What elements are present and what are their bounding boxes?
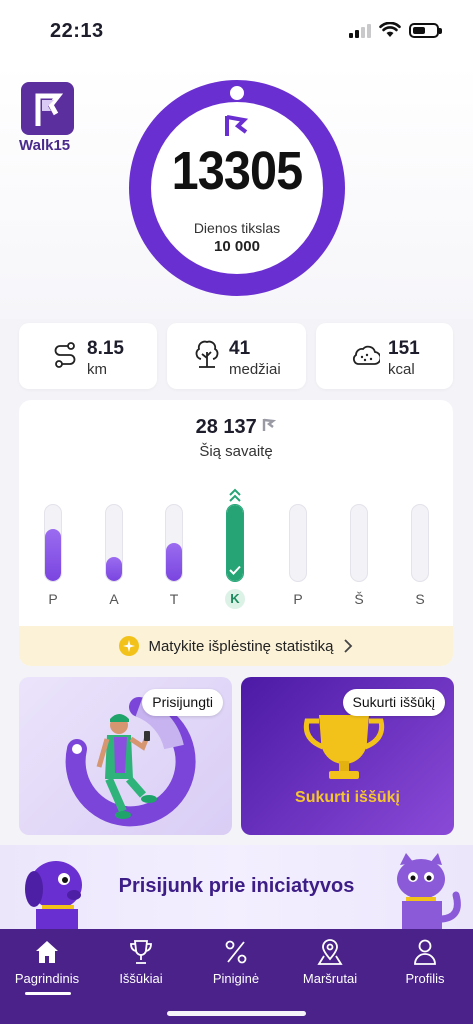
day-label: A (109, 591, 119, 607)
nav-item-profile[interactable]: Profilis (378, 937, 472, 997)
chevron-right-icon (343, 639, 352, 653)
week-total-value: 28 137 (195, 416, 257, 438)
day-label: T (169, 591, 179, 607)
trees-value: 41 (229, 338, 251, 359)
day-bar-fill (106, 557, 122, 581)
day-bar-2[interactable] (165, 504, 183, 582)
create-challenge-card[interactable]: Sukurti iššūkį Sukurti iššūkį (241, 677, 454, 835)
active-tab-indicator (25, 992, 71, 995)
signal-icon (349, 22, 371, 38)
trees-unit: medžiai (229, 361, 281, 378)
weekly-steps-card[interactable]: 28 137 Šią savaitę P A T K P Š S Matykite išpl… (19, 400, 453, 666)
nav-item-challenges[interactable]: Iššūkiai (94, 937, 188, 997)
cat-mascot-icon (397, 853, 461, 929)
day-label: K (225, 589, 245, 609)
walk15-flag-icon (35, 93, 63, 126)
create-challenge-chip[interactable]: Sukurti iššūkį (342, 689, 445, 716)
week-total: 28 137 (19, 416, 453, 439)
goal-value: 10 000 (214, 238, 260, 255)
distance-card[interactable]: 8.15 km (19, 323, 157, 389)
day-label: P (48, 591, 58, 607)
walk15-logo[interactable] (21, 82, 74, 135)
day-bar-1[interactable] (105, 504, 123, 582)
user-icon (414, 939, 436, 965)
home-indicator (167, 1011, 306, 1016)
day-label: P (293, 591, 303, 607)
status-time: 22:13 (50, 20, 104, 42)
check-icon (229, 565, 241, 575)
nav-label-routes: Maršrutai (302, 971, 358, 986)
wifi-icon (379, 22, 401, 37)
week-label: Šią savaitę (199, 443, 273, 460)
tree-icon (195, 340, 219, 368)
initiative-banner[interactable]: Prisijunk prie iniciatyvos (0, 845, 473, 929)
cloud-icon (353, 345, 380, 365)
nav-label-home: Pagrindinis (14, 971, 80, 986)
join-chip[interactable]: Prisijungti (142, 689, 223, 716)
step-count: 13305 (171, 141, 304, 201)
battery-icon (409, 22, 442, 38)
trees-card[interactable]: 41 medžiai (167, 323, 306, 389)
calories-card[interactable]: 151 kcal (316, 323, 453, 389)
home-icon (36, 941, 58, 963)
extended-stats-label: Matykite išplėstinę statistiką (148, 637, 334, 655)
map-pin-icon (317, 939, 343, 965)
day-bar-fill (45, 529, 61, 581)
day-label: S (415, 591, 425, 607)
distance-unit: km (87, 361, 107, 378)
bottom-navigation: Pagrindinis Iššūkiai Piniginė Maršrutai (0, 929, 473, 1024)
goal-label: Dienos tikslas (193, 220, 281, 236)
daily-progress-section: Walk15 13305 Dienos tikslas 10 000 (0, 64, 473, 319)
nav-label-wallet: Piniginė (212, 971, 260, 986)
nav-item-wallet[interactable]: Piniginė (189, 937, 283, 997)
day-bar-0[interactable] (44, 504, 62, 582)
percent-icon (225, 940, 247, 964)
calories-value: 151 (388, 338, 420, 359)
calories-unit: kcal (388, 361, 415, 378)
extended-stats-banner[interactable]: Matykite išplėstinę statistiką (19, 626, 453, 666)
nav-item-routes[interactable]: Maršrutai (283, 937, 377, 997)
ring-progress-knob (227, 83, 247, 103)
sparkle-icon (119, 636, 140, 656)
steps-progress-ring[interactable]: 13305 Dienos tikslas 10 000 (129, 80, 345, 296)
nav-item-home[interactable]: Pagrindinis (0, 937, 94, 997)
day-bar-fill (166, 543, 182, 581)
nav-label-profile: Profilis (405, 971, 445, 986)
double-chevron-up-icon (229, 488, 241, 502)
day-bar-5[interactable] (350, 504, 368, 582)
create-challenge-cta[interactable]: Sukurti iššūkį (241, 789, 454, 807)
join-promo-card[interactable]: Prisijungti (19, 677, 232, 835)
trophy-icon (130, 940, 152, 964)
status-icons (349, 22, 442, 38)
status-bar: 22:13 (0, 0, 473, 64)
nav-label-challenges: Iššūkiai (119, 971, 163, 986)
route-icon (54, 342, 76, 368)
flag-icon (263, 418, 277, 431)
flag-icon (225, 115, 249, 136)
ring-inner: 13305 Dienos tikslas 10 000 (151, 102, 323, 274)
brand-name: Walk15 (19, 137, 71, 154)
day-bar-6[interactable] (411, 504, 429, 582)
day-bar-4[interactable] (289, 504, 307, 582)
distance-value: 8.15 (87, 338, 124, 359)
day-label: Š (354, 591, 364, 607)
